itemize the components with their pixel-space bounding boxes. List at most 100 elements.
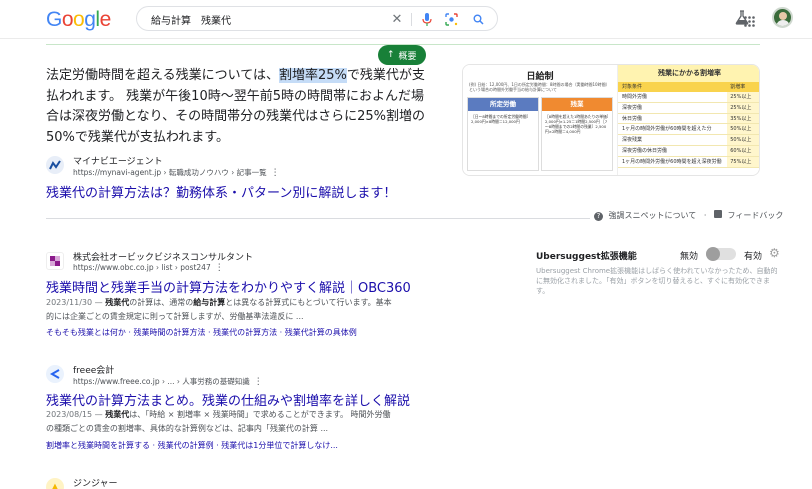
rate-table-header: 対象条件 割増率 [618, 82, 759, 92]
microphone-icon[interactable] [419, 11, 435, 27]
apps-grid-icon[interactable] [744, 12, 755, 31]
rate-value: 25%以上 [727, 92, 759, 102]
feedback-link[interactable]: フィードバック [728, 211, 784, 220]
disable-label: 無効 [680, 252, 699, 262]
freee-favicon [46, 365, 64, 383]
col-rate: 割増率 [730, 84, 746, 90]
about-snippet-link[interactable]: 強調スニペットについて [609, 211, 697, 220]
rate-cond: 深夜労働 [622, 104, 643, 111]
obc-favicon [46, 252, 64, 270]
result-date: 2023/08/15 — [46, 410, 106, 419]
more-options-icon[interactable]: ⋮ [215, 263, 224, 273]
rate-row: 深夜労働の休日労働 60%以上 [618, 145, 759, 157]
rate-row: 休日労働 35%以上 [618, 113, 759, 125]
rate-cond: 深夜労働の休日労働 [622, 147, 668, 154]
result-snippet: 2023/11/30 — 残業代の計算は、通常の給与計算とは異なる計算式にもとづ… [46, 296, 392, 324]
snippet-text: は、「時給 × 割増率 × 残業時間」で求めることができます。 時間外労働 [129, 410, 391, 419]
source-name: マイナビエージェント [73, 157, 163, 167]
snippet-text: とは異なる計算式にもとづいて行います。基本 [225, 298, 392, 307]
snippet-footer: ? 強調スニペットについて · フィードバック [594, 210, 783, 221]
clear-icon[interactable]: ✕ [389, 11, 405, 27]
sitelinks[interactable]: 割増率と残業時間を計算する · 残業代の計算例 · 残業代は1分単位で計算しなけ… [46, 440, 338, 451]
regular-work-title: 所定労働 [468, 98, 538, 111]
rate-value: 25%以上 [727, 102, 759, 113]
avatar[interactable] [772, 7, 793, 28]
daily-wage-diagram: 日給制 (例) 日給：12,000円、1日の所定労働時間：8時間の場合（実働時間… [463, 65, 617, 175]
snippet-image[interactable]: 日給制 (例) 日給：12,000円、1日の所定労働時間：8時間の場合（実働時間… [462, 64, 760, 176]
more-options-icon[interactable]: ⋮ [271, 168, 280, 178]
keyword-bold: 残業代 [105, 298, 130, 307]
rate-cond: 1ヶ月の時間外労働が60時間を超えた分 [622, 126, 712, 133]
source-name: freee会計 [73, 366, 115, 376]
rate-row: 1ヶ月の時間外労働が60時間を超え深夜労働 75%以上 [618, 156, 759, 168]
rate-row: 深夜残業 50%以上 [618, 135, 759, 146]
search-divider [411, 13, 412, 26]
premium-rate-table: 残業にかかる割増率 対象条件 割増率 時間外労働 25%以上 深夜労働 25%以上 … [617, 65, 759, 175]
diagram-title: 日給制 [526, 72, 554, 82]
rate-value: 35%以上 [727, 113, 759, 124]
result-title-link[interactable]: 残業代の計算方法まとめ。残業の仕組みや割増率を詳しく解説 [46, 390, 410, 409]
ubersuggest-toggle[interactable] [706, 247, 736, 261]
snippet-highlight: 割増率25% [278, 68, 347, 83]
result-title-link[interactable]: 残業代の計算方法は？勤務体系・パターン別に解説します！ [46, 182, 396, 201]
rate-value: 60%以上 [727, 145, 759, 156]
source-name: ジンジャー [73, 479, 118, 489]
overview-label: 概要 [398, 51, 417, 62]
header-divider [0, 38, 812, 39]
search-box[interactable]: 給与計算 残業代 ✕ [136, 6, 498, 31]
overtime-title: 残業 [542, 98, 612, 111]
source-url-text: https://www.freee.co.jp › ... › 人事労務の基礎知… [73, 377, 250, 386]
source-url: https://mynavi-agent.jp › 転職成功ノウハウ › 記事一… [73, 167, 280, 178]
diagram-caption: (例) 日給：12,000円、1日の所定労働時間：8時間の場合（実働時間10時間… [469, 82, 610, 92]
rate-cond: 時間外労働 [622, 94, 648, 100]
logo-letter: g [84, 8, 96, 31]
regular-work-box: 所定労働 ［日～8時間までの所定労働時間］2,000円×8時間＝12,000円 [467, 97, 539, 171]
result-title-link[interactable]: 残業時間と残業手当の計算方法をわかりやすく解説｜OBC360 [46, 277, 411, 296]
rate-value: 75%以上 [727, 156, 759, 167]
keyword-bold: 残業代 [105, 410, 130, 419]
rate-cond: 深夜残業 [622, 137, 643, 144]
header: Google 給与計算 残業代 ✕ [0, 0, 812, 38]
result-snippet: 2023/08/15 — 残業代は、「時給 × 割増率 × 残業時間」で求めるこ… [46, 408, 391, 436]
overtime-box: 残業 ［8時間を超えた1時間あたりの単価］2,000円×1.25＝1時間2,50… [541, 97, 613, 171]
ubersuggest-title: Ubersuggest拡張機能 [536, 252, 637, 262]
snippet-text-before: 法定労働時間を超える残業については、 [46, 68, 279, 83]
source-url-text: https://www.obc.co.jp › list › post247 [73, 263, 211, 272]
arrow-up-icon: ↑ [387, 50, 395, 60]
logo-letter: o [73, 8, 85, 31]
gear-icon[interactable]: ⚙ [769, 246, 780, 260]
snippet-text: の種類ごとの賃金の割増率、具体的な計算例などは、記事内「残業代の計算 ... [46, 424, 329, 433]
help-icon[interactable]: ? [594, 212, 603, 221]
jinjer-favicon: ▲ [46, 478, 64, 489]
logo-letter: e [99, 8, 112, 31]
rate-cond: 休日労働 [622, 115, 643, 122]
rate-row: 1ヶ月の時間外労働が60時間を超えた分 50%以上 [618, 124, 759, 136]
source-url: https://www.freee.co.jp › ... › 人事労務の基礎知… [73, 376, 263, 387]
source-url: https://www.obc.co.jp › list › post247 ⋮ [73, 263, 224, 273]
lens-icon[interactable] [443, 11, 459, 27]
col-condition: 対象条件 [622, 84, 643, 90]
mynavi-favicon [46, 156, 64, 174]
snippet-text: 的には企業ごとの賃金規定に則って計算しますが、労働基準法違反に ... [46, 312, 304, 321]
rate-cond: 1ヶ月の時間外労働が60時間を超え深夜労働 [622, 158, 722, 165]
regular-work-text: ［日～8時間までの所定労働時間］2,000円×8時間＝12,000円 [471, 114, 531, 124]
sitelinks[interactable]: そもそも残業とは何か · 残業時間の計算方法 · 残業代の計算方法 · 残業代計… [46, 327, 357, 338]
logo-letter: G [46, 8, 62, 31]
ubersuggest-description: Ubersuggest Chrome拡張機能はしばらく使われていなかったため、自… [536, 267, 778, 295]
snippet-separator [46, 218, 590, 219]
google-logo[interactable]: Google [46, 8, 111, 32]
enable-label: 有効 [744, 252, 763, 262]
rate-value: 50%以上 [727, 124, 759, 135]
rate-table-title: 残業にかかる割増率 [618, 65, 759, 82]
source-name: 株式会社オービックビジネスコンサルタント [73, 253, 254, 263]
rate-row: 深夜労働 25%以上 [618, 102, 759, 114]
search-input[interactable]: 給与計算 残業代 [151, 12, 231, 27]
overview-button[interactable]: ↑ 概要 [378, 45, 426, 65]
rate-row: 時間外労働 25%以上 [618, 92, 759, 103]
feedback-icon[interactable] [713, 210, 722, 218]
more-options-icon[interactable]: ⋮ [254, 377, 263, 387]
source-url-text: https://mynavi-agent.jp › 転職成功ノウハウ › 記事一… [73, 168, 267, 177]
search-icon[interactable] [470, 11, 486, 27]
logo-letter: o [61, 8, 74, 31]
featured-snippet-text: 法定労働時間を超える残業については、割増率25%で残業代が支払われます。 残業が… [46, 66, 430, 148]
